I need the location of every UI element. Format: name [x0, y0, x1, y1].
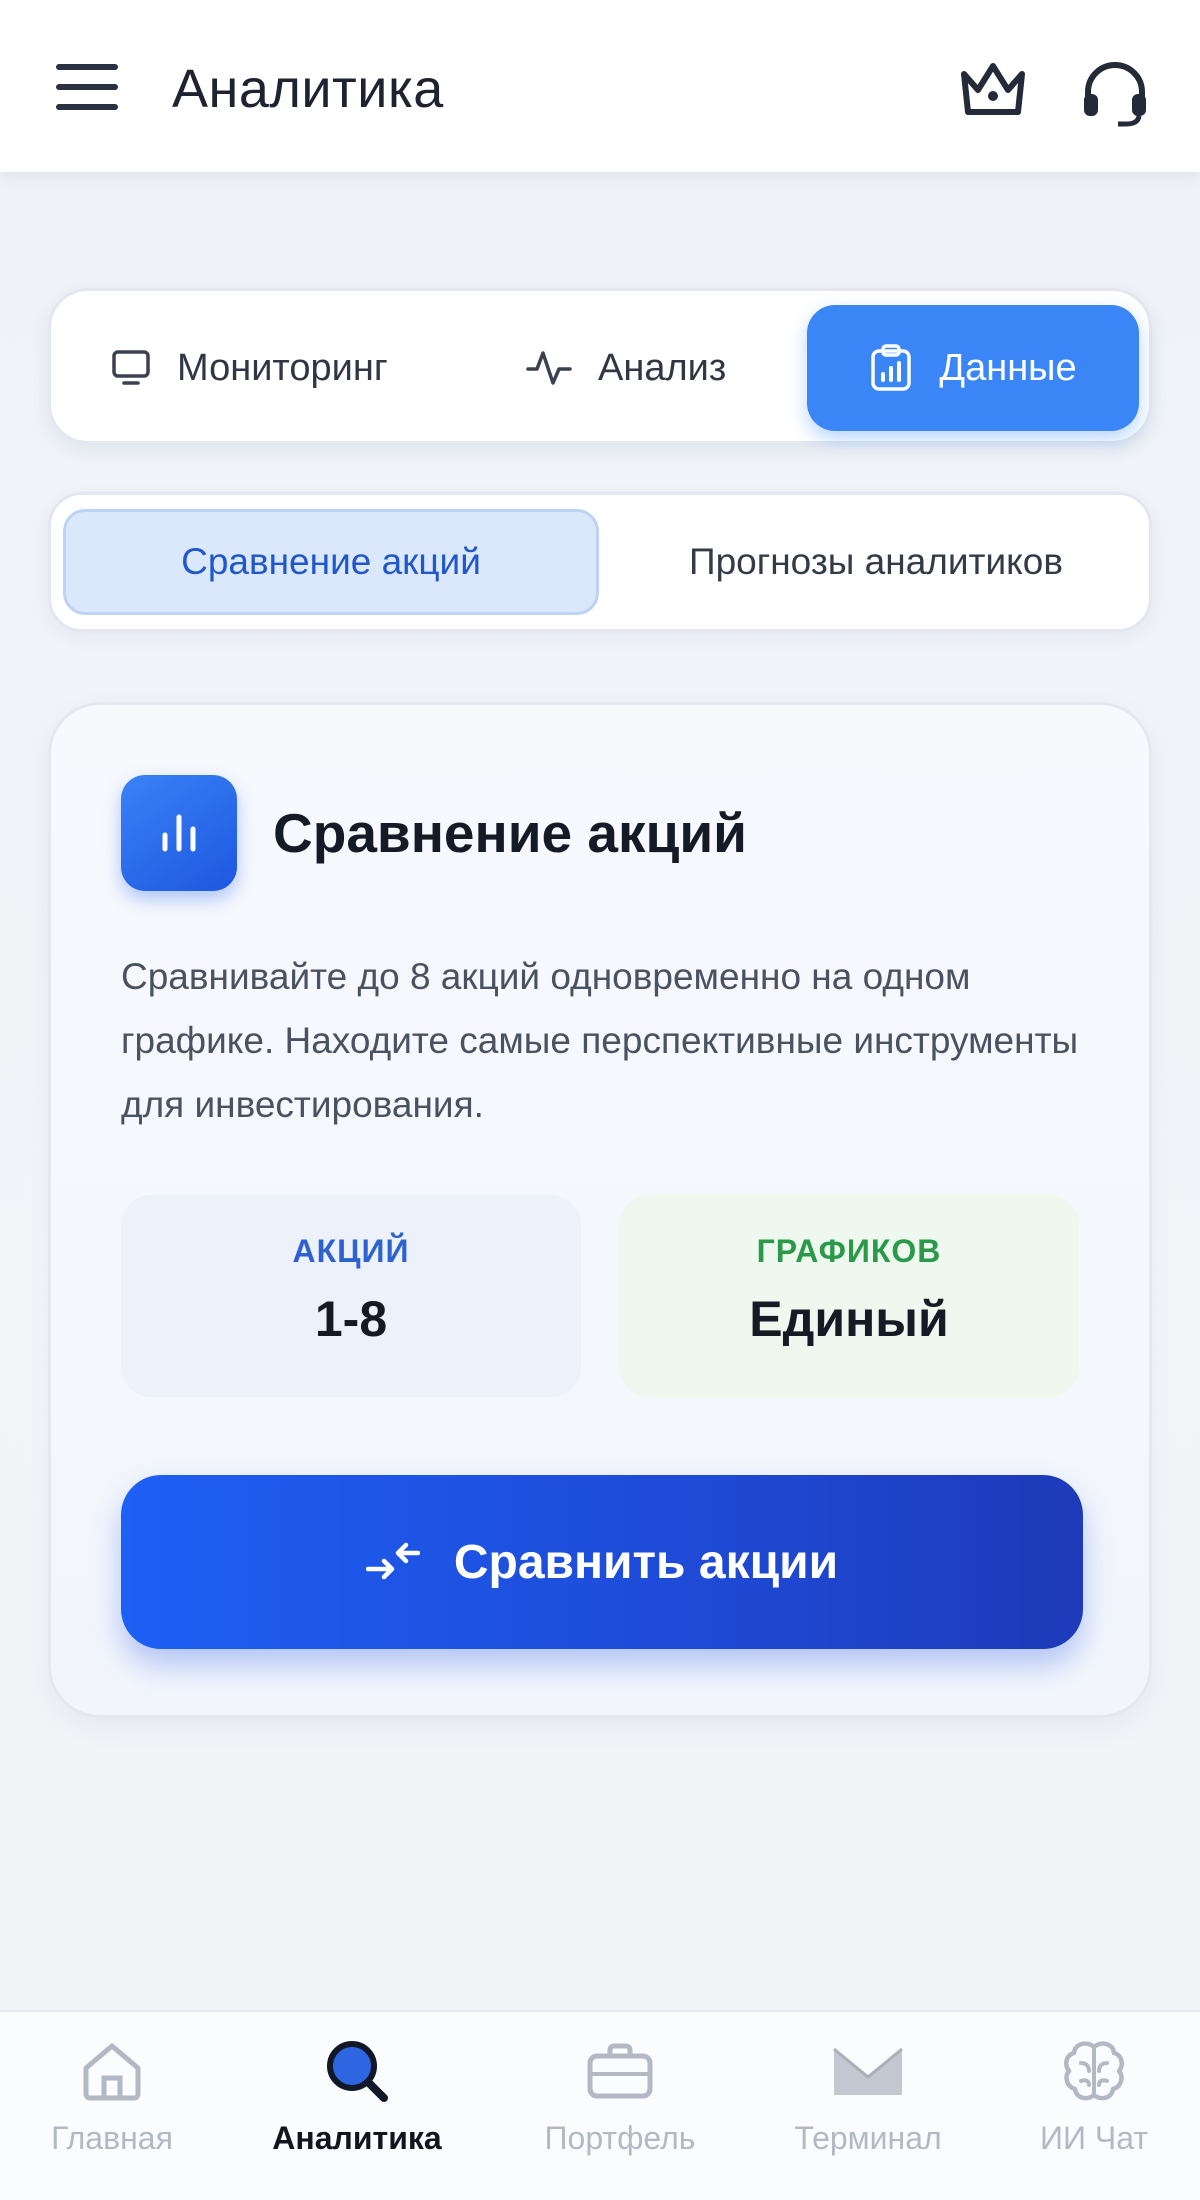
- tab-data-label: Данные: [939, 346, 1077, 389]
- tab-monitoring-label: Мониторинг: [177, 346, 388, 389]
- subtab-stock-comparison[interactable]: Сравнение акций: [63, 509, 599, 615]
- headset-icon: [1084, 62, 1146, 127]
- tab-analysis[interactable]: Анализ: [526, 305, 726, 431]
- subtab-analyst-forecasts[interactable]: Прогнозы аналитиков: [611, 509, 1141, 615]
- menu-icon-bar: [56, 64, 118, 70]
- main-tabs: Мониторинг Анализ Данные: [48, 288, 1152, 444]
- support-button[interactable]: [1080, 58, 1150, 128]
- card-title: Сравнение акций: [273, 802, 747, 864]
- nav-ai-chat-label: ИИ Чат: [1040, 2120, 1148, 2156]
- tab-monitoring[interactable]: Мониторинг: [111, 305, 388, 431]
- nav-ai-chat[interactable]: ИИ Чат: [1004, 2012, 1184, 2200]
- comparison-card: Сравнение акций Сравнивайте до 8 акций о…: [48, 702, 1152, 1718]
- sub-tabs: Сравнение акций Прогнозы аналитиков: [48, 492, 1152, 632]
- bottom-nav: Главная Аналитика Портфель Терминал ИИ Ч…: [0, 2010, 1200, 2200]
- brain-icon: [1064, 2041, 1124, 2101]
- page-title: Аналитика: [172, 59, 444, 119]
- menu-icon-bar: [56, 84, 118, 90]
- briefcase-icon: [587, 2043, 653, 2099]
- stat-stocks: АКЦИЙ 1-8: [121, 1195, 581, 1397]
- nav-terminal-label: Терминал: [794, 2120, 942, 2156]
- stat-stocks-value: 1-8: [314, 1291, 388, 1347]
- menu-icon-bar: [56, 104, 118, 110]
- menu-button[interactable]: [56, 62, 118, 112]
- crown-icon: [961, 63, 1025, 115]
- tab-data[interactable]: Данные: [807, 305, 1139, 431]
- stat-stocks-label: АКЦИЙ: [292, 1233, 410, 1269]
- compare-arrows-icon: [365, 1542, 420, 1580]
- search-icon: [327, 2041, 388, 2102]
- terminal-icon: [833, 2047, 903, 2095]
- nav-portfolio-label: Портфель: [544, 2120, 696, 2156]
- stat-charts-label: ГРАФИКОВ: [756, 1233, 942, 1269]
- compare-stocks-button[interactable]: Сравнить акции: [121, 1475, 1083, 1649]
- stat-charts-value: Единый: [749, 1291, 949, 1347]
- app-header: Аналитика: [0, 0, 1200, 172]
- clipboard-chart-icon: [871, 344, 912, 391]
- activity-icon: [526, 351, 572, 385]
- card-icon: [121, 775, 237, 891]
- nav-portfolio[interactable]: Портфель: [530, 2012, 710, 2200]
- nav-home-label: Главная: [51, 2120, 173, 2156]
- home-icon: [83, 2043, 141, 2101]
- nav-analytics-label: Аналитика: [272, 2120, 442, 2156]
- card-description: Сравнивайте до 8 акций одновременно на о…: [121, 956, 1079, 1125]
- compare-stocks-button-label: Сравнить акции: [453, 1535, 839, 1589]
- stat-charts: ГРАФИКОВ Единый: [619, 1195, 1079, 1397]
- nav-home[interactable]: Главная: [22, 2012, 202, 2200]
- bar-chart-icon: [162, 814, 196, 852]
- nav-analytics[interactable]: Аналитика: [262, 2012, 452, 2200]
- nav-terminal[interactable]: Терминал: [778, 2012, 958, 2200]
- monitor-icon: [112, 350, 150, 385]
- tab-analysis-label: Анализ: [598, 346, 727, 389]
- premium-button[interactable]: [958, 60, 1028, 120]
